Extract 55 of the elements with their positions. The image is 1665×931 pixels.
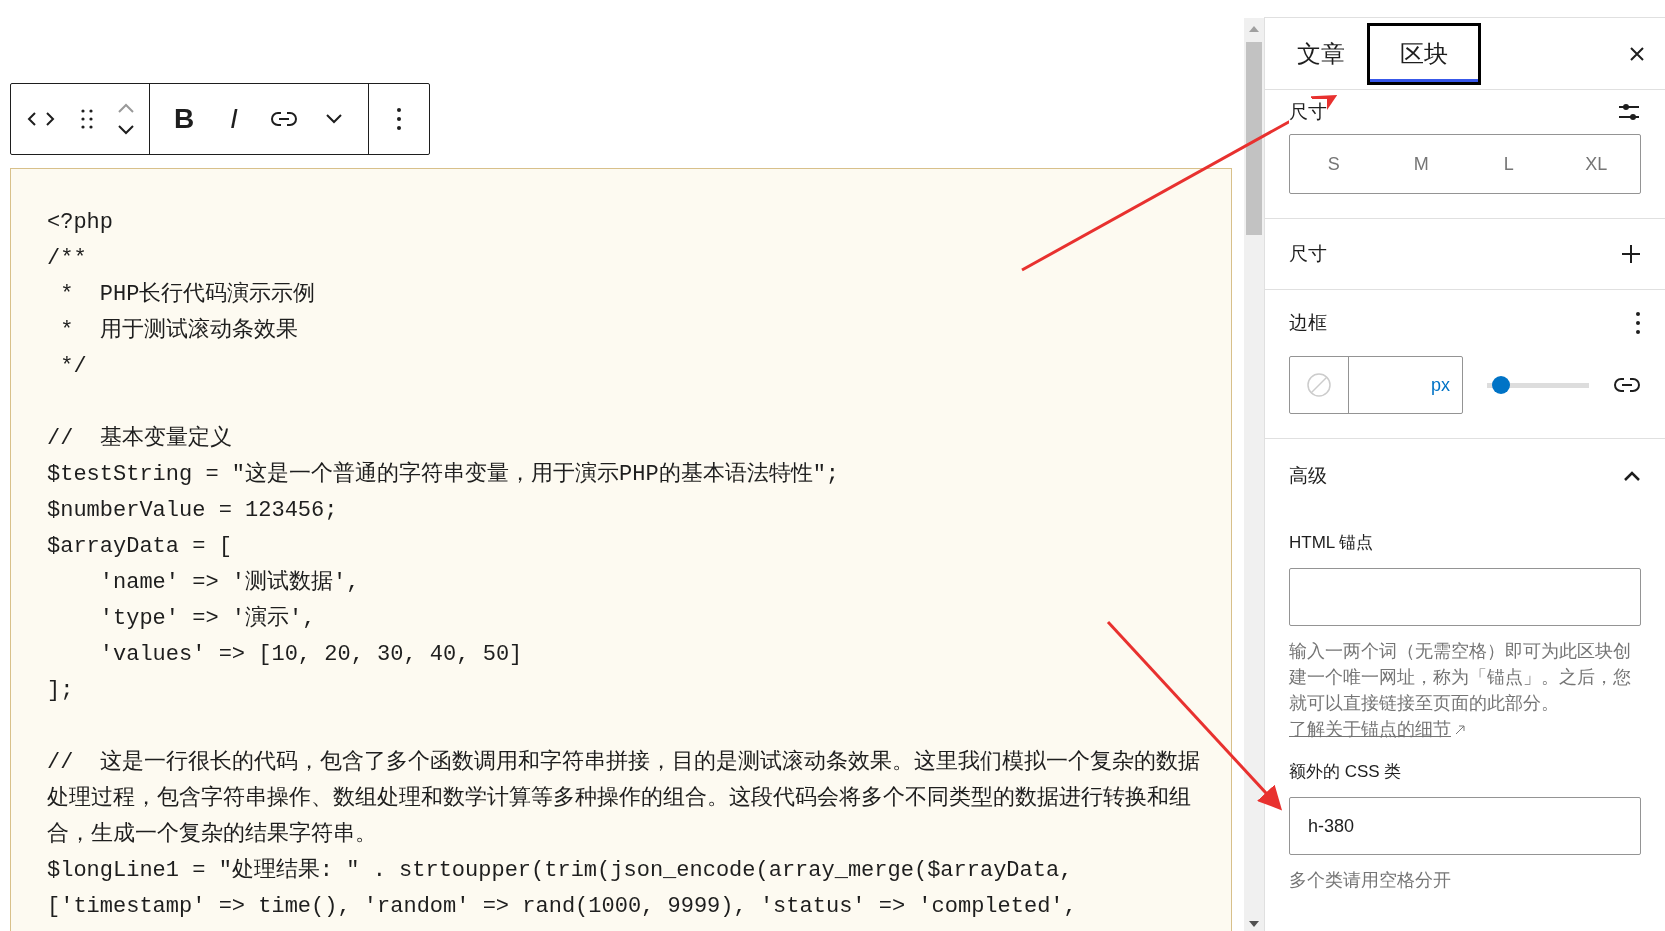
chevron-down-icon bbox=[325, 114, 343, 124]
more-vertical-icon bbox=[396, 107, 402, 131]
size-option[interactable]: M bbox=[1377, 135, 1465, 193]
size-option[interactable]: S bbox=[1290, 135, 1378, 193]
chevron-down-icon bbox=[117, 125, 135, 135]
code-line: <?php bbox=[47, 209, 114, 237]
code-line: * PHP长行代码演示示例 bbox=[59, 280, 317, 309]
close-icon bbox=[1629, 45, 1645, 62]
code-line: 'values' => [10, 20, 30, 40, 50] bbox=[98, 641, 524, 669]
chevron-up-icon[interactable] bbox=[1623, 470, 1641, 482]
link-icon[interactable] bbox=[1613, 376, 1641, 394]
link-icon bbox=[270, 110, 298, 128]
scrollbar-thumb[interactable] bbox=[1246, 42, 1262, 235]
code-line: $arrayData = [ bbox=[47, 533, 233, 561]
code-line: $longLine1 = "处理结果: " . strtoupper(trim(json_encode(array_merge($arrayData, ['timestamp' => time(), 'random' => rand(1000, 9999), 'status' => 'completed', bbox=[47, 857, 1078, 921]
field-label: HTML 锚点 bbox=[1289, 532, 1375, 554]
scroll-down-icon[interactable] bbox=[1249, 921, 1259, 927]
sliders-icon[interactable] bbox=[1617, 101, 1641, 123]
border-width-field[interactable]: px bbox=[1289, 356, 1463, 414]
field-label: 额外的 CSS 类 bbox=[1289, 761, 1403, 783]
code-line: 'type' => '演示', bbox=[98, 604, 317, 633]
code-line: * 用于测试滚动条效果 bbox=[59, 316, 299, 345]
code-line: */ bbox=[59, 353, 88, 381]
chevron-up-icon bbox=[117, 103, 135, 113]
external-link-icon bbox=[1455, 725, 1465, 735]
no-color-icon[interactable] bbox=[1306, 372, 1332, 398]
section-title: 尺寸 bbox=[1289, 99, 1327, 125]
code-line: // 这是一行很长的代码，包含了多个函数调用和字符串拼接，目的是测试滚动条效果。这里我们模拟一个复杂的数据处理过程，包含字符串操作、数组处理和数学计算等多种操作的组合。这段代码会将多个不同类型的数据进行转换和组合，生成一个复杂的结果字符串。 bbox=[47, 748, 1201, 849]
help-text: 多个类请用空格分开 bbox=[1289, 869, 1452, 892]
size-option[interactable]: XL bbox=[1552, 135, 1640, 193]
bold-button[interactable]: B bbox=[164, 95, 204, 143]
input-field[interactable] bbox=[1289, 568, 1641, 626]
code-line: 'name' => '测试数据', bbox=[98, 569, 361, 597]
section-title: 尺寸 bbox=[1289, 242, 1327, 266]
scrollbar[interactable] bbox=[1244, 18, 1264, 931]
code-line: $numberValue = 123456; bbox=[47, 497, 339, 525]
sidebar-tab[interactable]: 文章 bbox=[1289, 22, 1353, 85]
italic-button[interactable]: I bbox=[214, 95, 254, 143]
help-link[interactable]: 了解关于锚点的细节 bbox=[1289, 719, 1465, 739]
code-line: // 基本变量定义 bbox=[47, 424, 233, 453]
section-title: 边框 bbox=[1289, 311, 1327, 335]
code-line: $testString = "这是一个普通的字符串变量，用于演示PHP的基本语法特性"; bbox=[47, 460, 841, 489]
sidebar-tab[interactable]: 区块 bbox=[1367, 22, 1481, 85]
code-block[interactable] bbox=[10, 168, 1232, 931]
drag-dots-icon bbox=[80, 108, 94, 130]
input-field[interactable]: h-380 bbox=[1289, 797, 1641, 855]
size-option[interactable]: L bbox=[1465, 135, 1553, 193]
section-title: 高级 bbox=[1289, 464, 1327, 488]
code-line: /** bbox=[47, 245, 88, 273]
plus-icon[interactable] bbox=[1621, 244, 1641, 264]
slider-thumb[interactable] bbox=[1492, 376, 1511, 394]
more-vertical-icon[interactable] bbox=[1635, 311, 1641, 335]
code-line: ]; bbox=[47, 677, 75, 705]
help-text: 输入一两个词（无需空格）即可为此区块创建一个唯一网址，称为「锚点」。之后，您就可以直接链接至页面的此部分。 了解关于锚点的细节 bbox=[1289, 640, 1632, 741]
unit-label[interactable]: px bbox=[1349, 374, 1462, 396]
